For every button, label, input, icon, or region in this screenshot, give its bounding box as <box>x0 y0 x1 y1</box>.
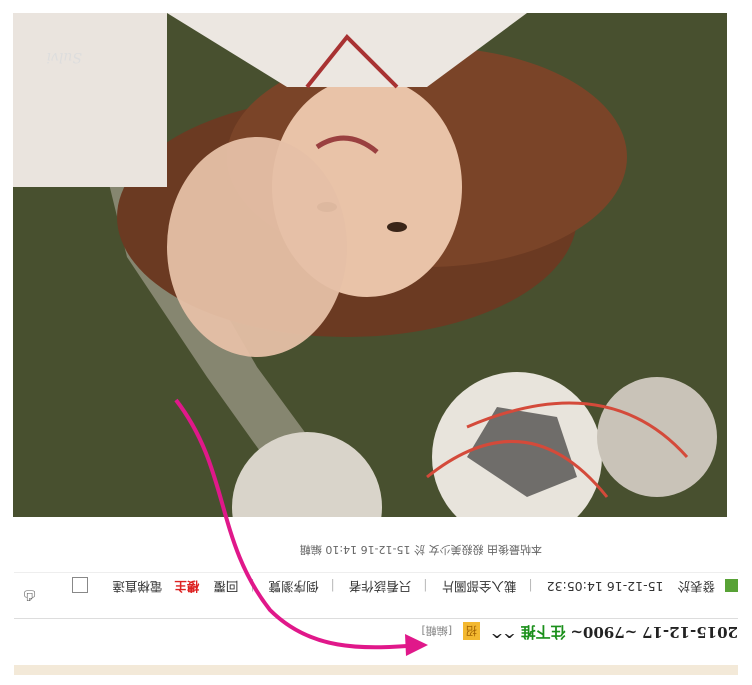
screenshot-frame: 2015-12-17 ~7900~ 往下推 ^^ 招 [編輯] ⎙ 發表於 15… <box>0 0 752 685</box>
annotation-arrow <box>174 398 428 656</box>
arrowhead-icon <box>405 634 428 656</box>
